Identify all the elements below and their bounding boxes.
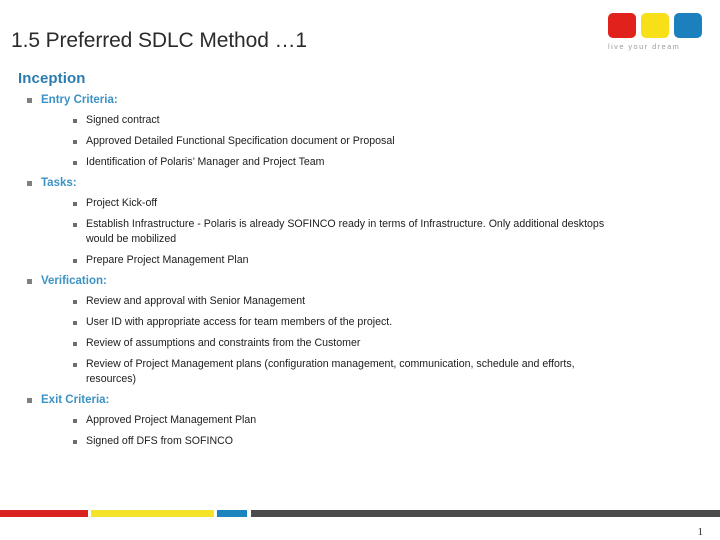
- logo-tagline: live your dream: [608, 42, 681, 51]
- bullet-group-label: Exit Criteria:: [41, 394, 110, 406]
- logo-square-yellow-icon: [641, 13, 669, 38]
- bullet-group: Tasks: Project Kick-off Establish Infrastr…: [16, 176, 616, 268]
- bullet-group-label: Tasks:: [41, 177, 77, 189]
- logo-square-blue-icon: [674, 13, 702, 38]
- bullet-item: User ID with appropriate access for team…: [16, 315, 616, 330]
- bullet-item: Signed off DFS from SOFINCO: [16, 434, 616, 449]
- square-bullet-icon: [73, 161, 77, 165]
- slide-body: Inception Entry Criteria: Signed contract…: [16, 70, 616, 449]
- bullet-item-text: Signed contract: [86, 114, 160, 126]
- bullet-item-text: Prepare Project Management Plan: [86, 254, 249, 266]
- square-bullet-icon: [73, 321, 77, 325]
- logo-square-red-icon: [608, 13, 636, 38]
- bullet-group-header: Exit Criteria:: [16, 393, 616, 407]
- bullet-item-text: Approved Detailed Functional Specificati…: [86, 135, 395, 147]
- bullet-item-text: Review of Project Management plans (conf…: [86, 358, 575, 385]
- slide-title: 1.5 Preferred SDLC Method …1: [11, 29, 308, 52]
- bullet-group: Verification: Review and approval with Se…: [16, 274, 616, 387]
- square-bullet-icon: [73, 202, 77, 206]
- square-bullet-icon: [73, 223, 77, 227]
- bullet-group-list: Entry Criteria: Signed contract Approved D…: [16, 93, 616, 449]
- page-number: 1: [697, 526, 704, 538]
- bullet-item-list: Approved Project Management Plan Signed o…: [16, 413, 616, 449]
- bullet-item-text: Review of assumptions and constraints fr…: [86, 337, 361, 349]
- bullet-item-text: Project Kick-off: [86, 197, 158, 209]
- bullet-item: Prepare Project Management Plan: [16, 253, 616, 268]
- footer-segment-red: [0, 510, 88, 517]
- bullet-item-text: User ID with appropriate access for team…: [86, 316, 393, 328]
- bullet-item: Review and approval with Senior Manageme…: [16, 294, 616, 309]
- section-heading: Inception: [18, 70, 86, 87]
- square-bullet-icon: [27, 98, 32, 103]
- bullet-group-header: Verification:: [16, 274, 616, 288]
- logo-squares: [608, 13, 702, 38]
- bullet-item: Establish Infrastructure - Polaris is al…: [16, 217, 616, 247]
- square-bullet-icon: [27, 398, 32, 403]
- square-bullet-icon: [73, 342, 77, 346]
- bullet-item-list: Review and approval with Senior Manageme…: [16, 294, 616, 387]
- bullet-item-list: Project Kick-off Establish Infrastructure…: [16, 196, 616, 268]
- bullet-item: Approved Project Management Plan: [16, 413, 616, 428]
- square-bullet-icon: [73, 140, 77, 144]
- footer-segment-blue: [217, 510, 247, 517]
- bullet-group-header: Entry Criteria:: [16, 93, 616, 107]
- bullet-item: Approved Detailed Functional Specificati…: [16, 134, 616, 149]
- square-bullet-icon: [73, 300, 77, 304]
- bullet-group-label: Entry Criteria:: [41, 94, 118, 106]
- square-bullet-icon: [73, 259, 77, 263]
- bullet-group: Exit Criteria: Approved Project Managemen…: [16, 393, 616, 449]
- footer-segment-dark: [251, 510, 720, 517]
- square-bullet-icon: [27, 279, 32, 284]
- slide-canvas: live your dream 1.5 Preferred SDLC Metho…: [0, 0, 720, 540]
- bullet-item-text: Review and approval with Senior Manageme…: [86, 295, 306, 307]
- square-bullet-icon: [27, 181, 32, 186]
- bullet-item-text: Approved Project Management Plan: [86, 414, 257, 426]
- square-bullet-icon: [73, 363, 77, 367]
- footer-segment-yellow: [91, 510, 214, 517]
- bullet-group: Entry Criteria: Signed contract Approved D…: [16, 93, 616, 170]
- brand-logo: live your dream: [608, 13, 702, 55]
- bullet-item: Project Kick-off: [16, 196, 616, 211]
- square-bullet-icon: [73, 119, 77, 123]
- bullet-group-label: Verification:: [41, 275, 107, 287]
- bullet-item-list: Signed contract Approved Detailed Functio…: [16, 113, 616, 170]
- bullet-item-text: Signed off DFS from SOFINCO: [86, 435, 233, 447]
- bullet-item-text: Identification of Polaris’ Manager and P…: [86, 156, 325, 168]
- footer-accent-bar: [0, 510, 720, 517]
- bullet-item: Signed contract: [16, 113, 616, 128]
- bullet-item-text: Establish Infrastructure - Polaris is al…: [86, 218, 605, 245]
- square-bullet-icon: [73, 419, 77, 423]
- bullet-item: Review of Project Management plans (conf…: [16, 357, 616, 387]
- square-bullet-icon: [73, 440, 77, 444]
- bullet-item: Review of assumptions and constraints fr…: [16, 336, 616, 351]
- bullet-group-header: Tasks:: [16, 176, 616, 190]
- bullet-item: Identification of Polaris’ Manager and P…: [16, 155, 616, 170]
